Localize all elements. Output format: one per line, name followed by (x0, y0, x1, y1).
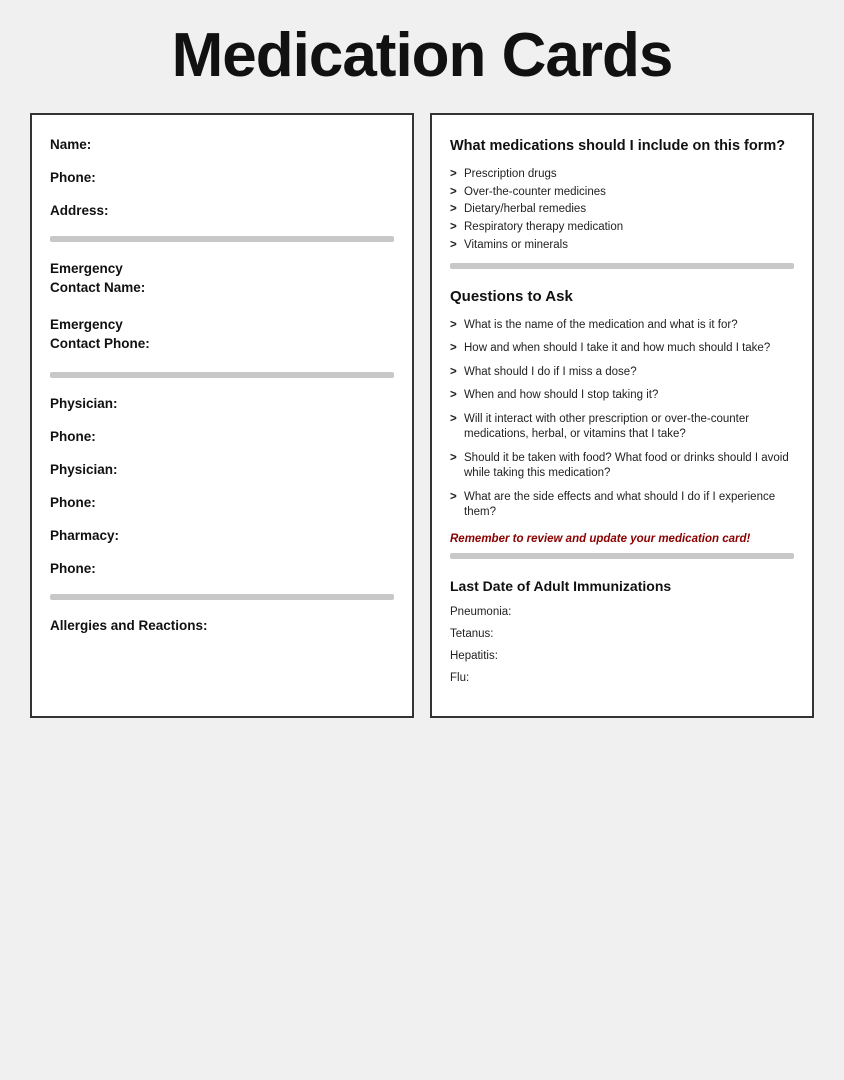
med-item-3: Respiratory therapy medication (450, 220, 794, 235)
question-5: Should it be taken with food? What food … (450, 451, 794, 482)
cards-container: Name: Phone: Address: EmergencyContact N… (30, 113, 814, 718)
physician-label-2: Physician: (50, 462, 394, 477)
question-0: What is the name of the medication and w… (450, 318, 794, 334)
question-6: What are the side effects and what shoul… (450, 490, 794, 521)
address-label: Address: (50, 203, 394, 218)
immunization-3: Flu: (450, 672, 794, 684)
immunizations-title: Last Date of Adult Immunizations (450, 577, 794, 596)
name-label: Name: (50, 137, 394, 152)
divider-2 (50, 372, 394, 378)
immunization-2: Hepatitis: (450, 650, 794, 662)
phone-label-3: Phone: (50, 495, 394, 510)
physician-label-1: Physician: (50, 396, 394, 411)
page-title: Medication Cards (172, 20, 673, 91)
reminder-text: Remember to review and update your medic… (450, 531, 794, 547)
questions-section: Questions to Ask What is the name of the… (450, 287, 794, 547)
question-3: When and how should I stop taking it? (450, 388, 794, 404)
allergies-label: Allergies and Reactions: (50, 618, 394, 633)
immunization-1: Tetanus: (450, 628, 794, 640)
divider-1 (50, 236, 394, 242)
question-1: How and when should I take it and how mu… (450, 341, 794, 357)
divider-3 (50, 594, 394, 600)
question-2: What should I do if I miss a dose? (450, 365, 794, 381)
divider-right-2 (450, 553, 794, 559)
medications-section-title: What medications should I include on thi… (450, 137, 794, 157)
emergency-contact-name-label: EmergencyContact Name: (50, 260, 394, 298)
immunization-0: Pneumonia: (450, 606, 794, 618)
divider-right-1 (450, 263, 794, 269)
emergency-contact-phone-label: EmergencyContact Phone: (50, 316, 394, 354)
right-card: What medications should I include on thi… (430, 113, 814, 718)
med-item-0: Prescription drugs (450, 167, 794, 182)
questions-title: Questions to Ask (450, 287, 794, 307)
phone-label: Phone: (50, 170, 394, 185)
pharmacy-label: Pharmacy: (50, 528, 394, 543)
question-4: Will it interact with other prescription… (450, 412, 794, 443)
phone-label-4: Phone: (50, 561, 394, 576)
med-item-4: Vitamins or minerals (450, 238, 794, 253)
medications-list: Prescription drugs Over-the-counter medi… (450, 167, 794, 254)
med-item-2: Dietary/herbal remedies (450, 202, 794, 217)
med-item-1: Over-the-counter medicines (450, 185, 794, 200)
phone-label-2: Phone: (50, 429, 394, 444)
left-card: Name: Phone: Address: EmergencyContact N… (30, 113, 414, 718)
immunizations-section: Last Date of Adult Immunizations Pneumon… (450, 577, 794, 684)
